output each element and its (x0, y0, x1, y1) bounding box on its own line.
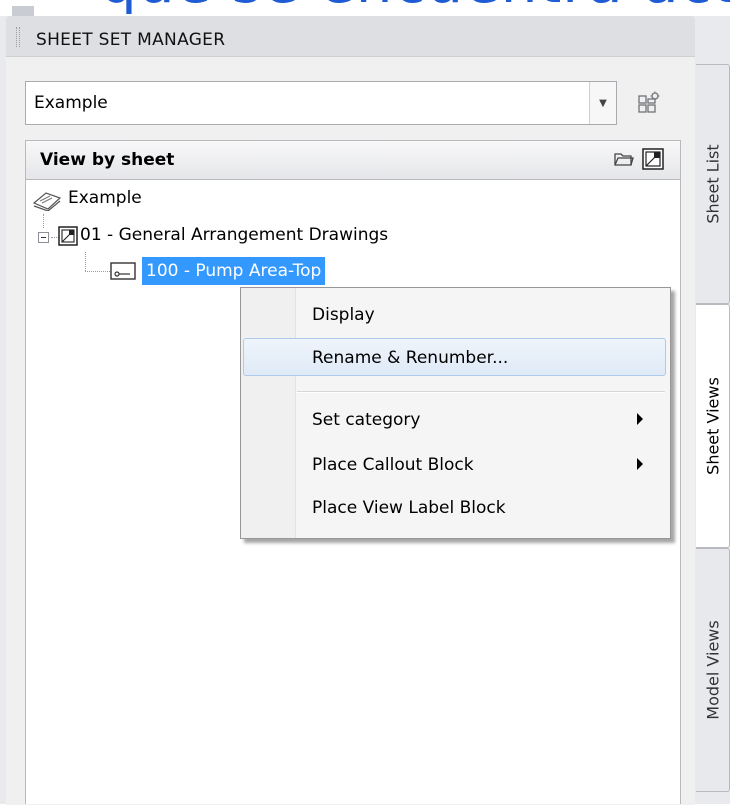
menu-item-set-category[interactable]: Set category (243, 400, 666, 438)
view-by-sheet-header: View by sheet (25, 140, 681, 180)
banner-mark (12, 6, 34, 16)
menu-item-place-callout-block[interactable]: Place Callout Block (243, 445, 666, 483)
sheet-subset-icon (58, 226, 78, 246)
grip-handle[interactable] (16, 27, 20, 47)
sheet-set-icon (32, 192, 62, 211)
banner-text: que se encuentra activa. (100, 0, 730, 16)
menu-item-label: Display (312, 305, 375, 325)
menu-item-display[interactable]: Display (243, 295, 666, 333)
named-view-icon (110, 262, 136, 280)
tree-item-view-label: 100 - Pump Area-Top (142, 257, 326, 285)
banner-caption: que se encuentra activa. (0, 0, 730, 16)
menu-item-label: Set category (312, 410, 421, 430)
tab-sheet-list-label: Sheet List (703, 144, 722, 224)
dropdown-arrow-icon[interactable]: ▼ (589, 82, 616, 124)
sheet-set-properties-icon[interactable] (638, 91, 662, 115)
folder-icon[interactable] (614, 150, 634, 168)
palette-title: SHEET SET MANAGER (36, 30, 226, 50)
tree-item-subset-label: 01 - General Arrangement Drawings (80, 225, 389, 245)
tab-sheet-views[interactable]: Sheet Views (696, 304, 730, 548)
collapse-toggle[interactable] (38, 232, 49, 243)
sheet-set-dropdown[interactable]: Example ▼ (25, 81, 617, 125)
tab-model-views[interactable]: Model Views (696, 548, 730, 792)
menu-separator (297, 391, 665, 393)
menu-item-label: Rename & Renumber... (312, 348, 509, 368)
submenu-arrow-icon (637, 458, 643, 470)
menu-item-place-view-label-block[interactable]: Place View Label Block (243, 488, 666, 526)
menu-item-rename-renumber[interactable]: Rename & Renumber... (243, 338, 666, 376)
sheet-set-dropdown-value: Example (34, 93, 108, 113)
tree-connector (85, 271, 110, 272)
menu-item-label: Place View Label Block (312, 498, 506, 518)
tab-sheet-views-label: Sheet Views (703, 377, 722, 475)
tree-item-root-label: Example (68, 188, 142, 208)
tab-model-views-label: Model Views (703, 620, 722, 720)
tree-connector (85, 252, 86, 271)
view-header-label: View by sheet (40, 150, 175, 170)
sheet-view-icon[interactable] (642, 148, 664, 170)
submenu-arrow-icon (637, 413, 643, 425)
menu-item-label: Place Callout Block (312, 455, 474, 475)
context-menu: Display Rename & Renumber... Set categor… (240, 287, 671, 539)
tree-connector (43, 214, 44, 228)
tab-sheet-list[interactable]: Sheet List (696, 64, 730, 304)
